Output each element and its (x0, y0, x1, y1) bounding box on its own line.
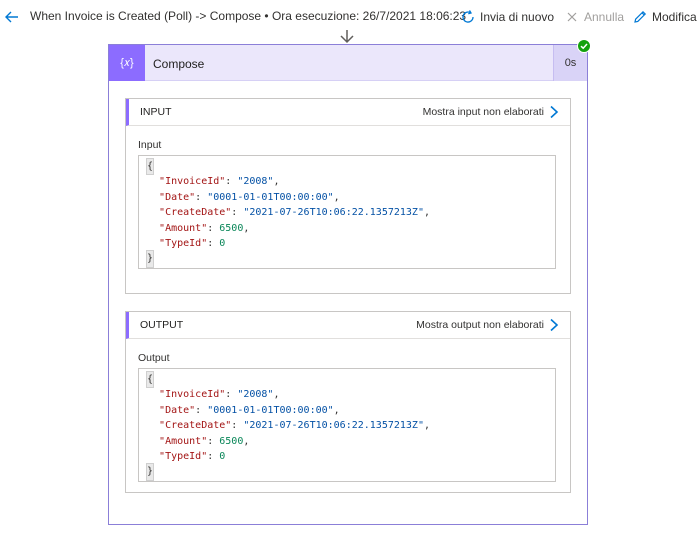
json-value: 0 (219, 238, 226, 250)
input-json-viewer[interactable]: { "InvoiceId": "2008", "Date": "0001-01-… (138, 155, 556, 269)
back-button[interactable] (2, 7, 22, 27)
json-value: "2008" (237, 389, 274, 401)
input-json-open: { (145, 157, 430, 176)
json-value: "0001-01-01T00:00:00" (207, 191, 334, 203)
cancel-label: Annulla (584, 10, 625, 24)
json-key: "InvoiceId" (159, 176, 226, 188)
input-section-title: INPUT (140, 106, 172, 118)
edit-label: Modifica (652, 10, 697, 24)
compose-icon: {𝑥} (109, 45, 145, 81)
output-json-line: "InvoiceId": "2008", (159, 389, 280, 401)
json-open-brace: { (145, 370, 155, 389)
input-section-header: INPUT Mostra input non elaborati (126, 99, 570, 126)
show-raw-output-link[interactable]: Mostra output non elaborati (416, 319, 544, 331)
output-json-line: "Amount": 6500, (159, 435, 250, 447)
output-json-code: { "InvoiceId": "2008", "Date": "0001-01-… (145, 370, 430, 481)
chevron-right-icon[interactable] (548, 105, 560, 119)
json-value: "2021-07-26T10:06:22.1357213Z" (243, 420, 424, 432)
input-json-line: "CreateDate": "2021-07-26T10:06:22.13572… (159, 207, 430, 219)
json-key: "InvoiceId" (159, 389, 226, 401)
pencil-icon (632, 9, 648, 25)
refresh-icon (460, 9, 476, 25)
json-key: "TypeId" (159, 238, 208, 250)
output-section: OUTPUT Mostra output non elaborati Outpu… (125, 311, 571, 493)
input-json-line: "Date": "0001-01-01T00:00:00", (159, 191, 340, 203)
compose-action-card: {𝑥} Compose 0s INPUT Mostra input non el… (108, 44, 588, 525)
json-value: 0 (219, 451, 226, 463)
json-close-brace: } (145, 250, 155, 268)
chevron-right-icon[interactable] (548, 318, 560, 332)
resubmit-button[interactable]: Invia di nuovo (460, 7, 554, 27)
close-icon (564, 9, 580, 25)
json-key: "Amount" (159, 222, 208, 234)
resubmit-label: Invia di nuovo (480, 10, 555, 24)
action-header[interactable]: {𝑥} Compose 0s (109, 45, 587, 81)
command-bar: When Invoice is Created (Poll) -> Compos… (0, 0, 700, 33)
run-title: When Invoice is Created (Poll) -> Compos… (30, 9, 467, 23)
input-json-close: } (145, 250, 430, 268)
output-json-open: { (145, 370, 430, 389)
output-section-header: OUTPUT Mostra output non elaborati (126, 312, 570, 339)
output-section-title: OUTPUT (140, 319, 184, 331)
input-field-label: Input (138, 139, 162, 151)
output-json-viewer[interactable]: { "InvoiceId": "2008", "Date": "0001-01-… (138, 368, 556, 482)
input-section: INPUT Mostra input non elaborati Input {… (125, 98, 571, 294)
json-key: "TypeId" (159, 451, 208, 463)
output-json-close: } (145, 463, 430, 481)
input-json-line: "Amount": 6500, (159, 222, 250, 234)
json-value: "0001-01-01T00:00:00" (207, 404, 334, 416)
action-title: Compose (153, 57, 205, 71)
json-value: 6500 (219, 435, 244, 447)
input-json-line: "TypeId": 0 (159, 238, 226, 250)
output-field-label: Output (138, 352, 170, 364)
json-key: "CreateDate" (159, 420, 232, 432)
input-json-line: "InvoiceId": "2008", (159, 176, 280, 188)
edit-button[interactable]: Modifica (632, 7, 697, 27)
output-json-line: "CreateDate": "2021-07-26T10:06:22.13572… (159, 420, 430, 432)
flow-arrow-icon (340, 30, 354, 44)
output-json-line: "Date": "0001-01-01T00:00:00", (159, 404, 340, 416)
show-raw-input-link[interactable]: Mostra input non elaborati (423, 106, 544, 118)
json-value: 6500 (219, 222, 244, 234)
json-key: "Date" (159, 404, 196, 416)
arrow-left-icon (5, 11, 18, 23)
json-value: "2008" (237, 176, 274, 188)
success-check-icon (577, 39, 591, 53)
cancel-button[interactable]: Annulla (564, 7, 624, 27)
json-close-brace: } (145, 463, 155, 481)
json-open-brace: { (145, 157, 155, 176)
json-key: "Date" (159, 191, 196, 203)
output-json-line: "TypeId": 0 (159, 451, 226, 463)
input-json-code: { "InvoiceId": "2008", "Date": "0001-01-… (145, 157, 430, 268)
json-key: "Amount" (159, 435, 208, 447)
json-key: "CreateDate" (159, 207, 232, 219)
json-value: "2021-07-26T10:06:22.1357213Z" (243, 207, 424, 219)
